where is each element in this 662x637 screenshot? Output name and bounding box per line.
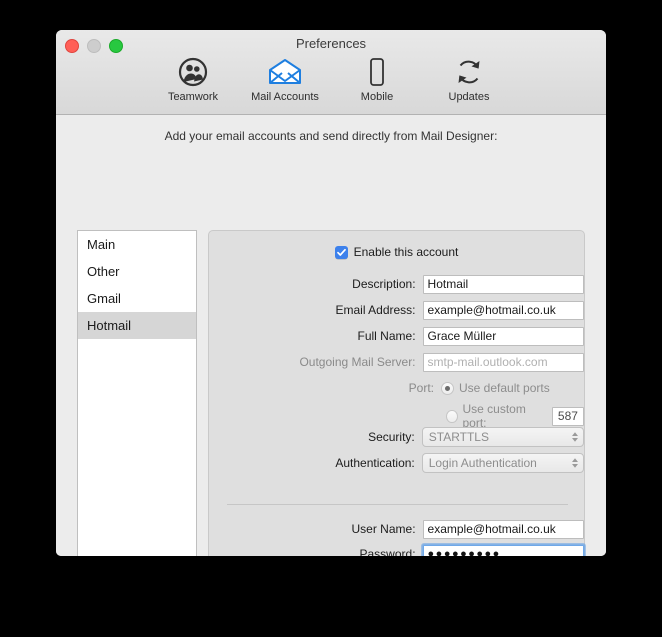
enable-account-row: Enable this account (209, 245, 584, 259)
intro-text: Add your email accounts and send directl… (56, 129, 606, 143)
security-label: Security: (209, 430, 422, 444)
updates-icon (430, 56, 508, 88)
password-input[interactable]: ●●●●●●●●● (423, 545, 584, 557)
toolbar: Teamwork Mail Accounts (56, 54, 606, 103)
preferences-body: Add your email accounts and send directl… (56, 115, 606, 556)
account-list-item-main[interactable]: Main (78, 231, 196, 258)
chevron-updown-icon (571, 457, 579, 469)
user-name-label: User Name: (209, 522, 423, 536)
teamwork-icon (154, 56, 232, 88)
account-list-item-hotmail[interactable]: Hotmail (78, 312, 196, 339)
use-default-ports-option[interactable]: Use default ports (441, 381, 550, 395)
description-label: Description: (209, 277, 423, 291)
outgoing-mail-server-row: Outgoing Mail Server: smtp-mail.outlook.… (209, 352, 584, 372)
outgoing-mail-server-label: Outgoing Mail Server: (209, 355, 423, 369)
use-default-ports-label: Use default ports (459, 381, 550, 395)
mail-accounts-icon (246, 56, 324, 88)
title-bar: Preferences Teamwork (56, 30, 606, 115)
use-custom-port-option[interactable]: Use custom port: 587 (446, 402, 584, 430)
security-select[interactable]: STARTTLS (422, 427, 584, 447)
full-name-row: Full Name: Grace Müller (209, 326, 584, 346)
toolbar-label-mobile: Mobile (338, 91, 416, 103)
authentication-label: Authentication: (209, 456, 422, 470)
full-name-label: Full Name: (209, 329, 423, 343)
security-row: Security: STARTTLS (209, 427, 584, 447)
use-custom-port-radio[interactable] (446, 410, 458, 423)
port-row: Port: Use default ports (209, 378, 584, 398)
toolbar-item-mail-accounts[interactable]: Mail Accounts (246, 54, 324, 103)
authentication-select-value: Login Authentication (429, 456, 537, 470)
port-label: Port: (209, 381, 441, 395)
toolbar-label-updates: Updates (430, 91, 508, 103)
toolbar-label-teamwork: Teamwork (154, 91, 232, 103)
preferences-window: Preferences Teamwork (56, 30, 606, 556)
email-address-input[interactable]: example@hotmail.co.uk (423, 301, 584, 320)
description-input[interactable]: Hotmail (423, 275, 584, 294)
chevron-updown-icon (571, 431, 579, 443)
full-name-input[interactable]: Grace Müller (423, 327, 584, 346)
toolbar-item-teamwork[interactable]: Teamwork (154, 54, 232, 103)
use-default-ports-radio[interactable] (441, 382, 454, 395)
account-list-item-other[interactable]: Other (78, 258, 196, 285)
account-detail-panel: Enable this account Description: Hotmail… (208, 230, 585, 556)
toolbar-label-mail-accounts: Mail Accounts (246, 91, 324, 103)
authentication-row: Authentication: Login Authentication (209, 453, 584, 473)
toolbar-item-mobile[interactable]: Mobile (338, 54, 416, 103)
authentication-select[interactable]: Login Authentication (422, 453, 584, 473)
enable-account-checkbox[interactable] (335, 246, 348, 259)
panel-separator (227, 504, 568, 505)
custom-port-input[interactable]: 587 (552, 407, 584, 426)
description-row: Description: Hotmail (209, 274, 584, 294)
email-address-label: Email Address: (209, 303, 423, 317)
email-address-row: Email Address: example@hotmail.co.uk (209, 300, 584, 320)
window-title: Preferences (56, 36, 606, 51)
mobile-icon (338, 56, 416, 88)
toolbar-item-updates[interactable]: Updates (430, 54, 508, 103)
password-label: Password: (209, 547, 423, 556)
use-custom-port-label: Use custom port: (463, 402, 541, 430)
outgoing-mail-server-input[interactable]: smtp-mail.outlook.com (423, 353, 584, 372)
user-name-row: User Name: example@hotmail.co.uk (209, 519, 584, 539)
security-select-value: STARTTLS (429, 430, 489, 444)
password-row: Password: ●●●●●●●●● (209, 544, 584, 556)
account-list: Main Other Gmail Hotmail (78, 231, 196, 339)
user-name-input[interactable]: example@hotmail.co.uk (423, 520, 584, 539)
account-list-panel: Main Other Gmail Hotmail (77, 230, 197, 556)
enable-account-label: Enable this account (354, 245, 459, 259)
account-list-item-gmail[interactable]: Gmail (78, 285, 196, 312)
